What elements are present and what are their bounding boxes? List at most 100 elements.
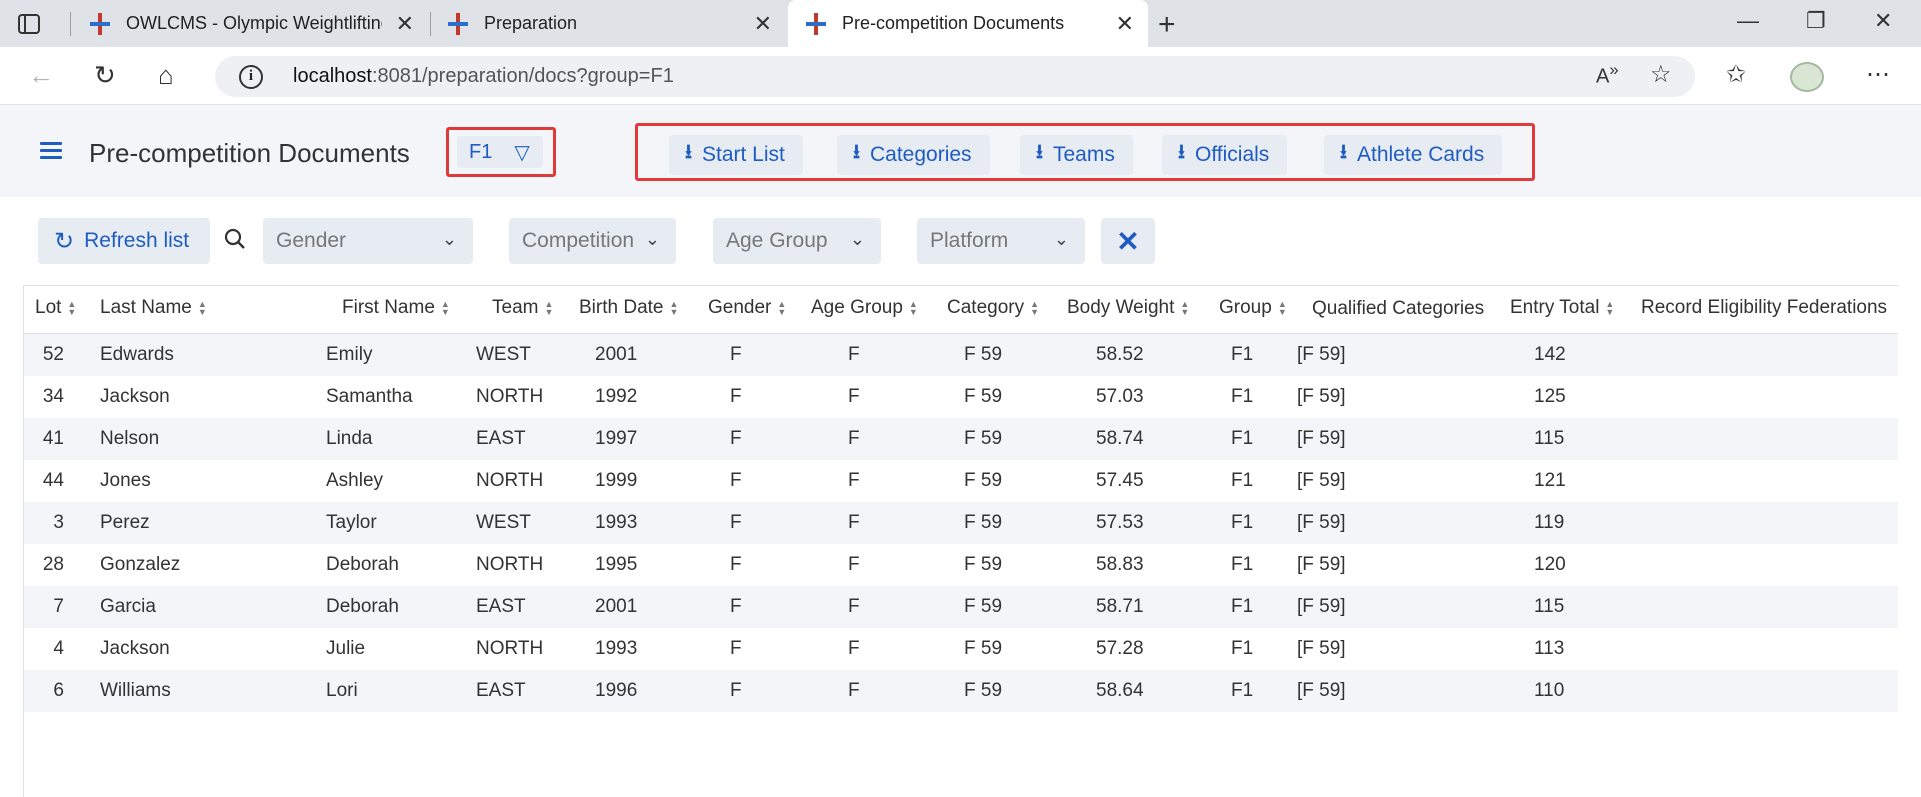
table-cell: 120 [1534,554,1566,575]
sort-icon[interactable]: ▲ ▼ [1278,300,1287,317]
sort-icon[interactable]: ▲ ▼ [441,300,450,317]
restore-icon[interactable]: ❐ [1806,8,1826,34]
tab-actions-icon[interactable] [14,10,44,38]
minimize-icon[interactable]: — [1737,8,1759,34]
table-cell: [F 59] [1297,680,1346,701]
url-host: localhost [293,65,372,87]
sort-icon[interactable]: ▲ ▼ [1605,300,1614,317]
table-cell: F1 [1231,638,1254,659]
table-cell: F1 [1231,344,1254,365]
favorites-icon[interactable]: ✩ [1726,60,1746,89]
table-row[interactable]: 4 Jackson Julie NORTH 1993 F F F 59 57.28 F1 [F 59… [24,628,1898,670]
table-cell: F 59 [964,512,1003,533]
table-row[interactable]: 34 Jackson Samantha NORTH 1992 F F F 59 57.03 F1 [… [24,376,1898,418]
table-row[interactable]: 6 Williams Lori EAST 1996 F F F 59 58.64 F1 [F 59]… [24,670,1898,712]
table-cell: 58.71 [1096,596,1144,617]
clear-filters-button[interactable]: ✕ [1101,218,1155,264]
sort-icon[interactable]: ▲ ▼ [544,300,553,317]
categories-label: Categories [870,143,972,166]
close-tab-icon[interactable]: ✕ [754,11,772,37]
sort-icon[interactable]: ▲ ▼ [1030,300,1039,317]
gender-filter[interactable]: Gender ⌄ [263,218,473,264]
browser-tab-owlcms[interactable]: OWLCMS - Olympic Weightlifting ✕ [88,0,428,47]
table-cell: F 59 [964,554,1003,575]
group-select[interactable]: F1 ▽ [457,136,543,168]
column-header-group[interactable]: Group ▲ ▼ [1219,297,1287,319]
table-row[interactable]: 44 Jones Ashley NORTH 1999 F F F 59 57.45 F1 [F 59… [24,460,1898,502]
sort-icon[interactable]: ▲ ▼ [777,300,786,317]
categories-button[interactable]: ⭳ Categories [837,135,990,175]
platform-filter-placeholder: Platform [930,229,1009,252]
column-header-last-name[interactable]: Last Name ▲ ▼ [100,297,207,319]
read-aloud-icon[interactable]: A» [1596,60,1619,89]
reload-icon[interactable]: ↻ [94,60,116,91]
column-header-record-eligibility[interactable]: Record Eligibility Federations [1641,297,1887,319]
tab-separator [430,12,431,36]
browser-tab-preparation[interactable]: Preparation ✕ [446,0,786,47]
column-header-first-name[interactable]: First Name ▲ ▼ [342,297,450,319]
close-window-icon[interactable]: ✕ [1874,8,1892,34]
sort-icon[interactable]: ▲ ▼ [909,300,918,317]
start-list-button[interactable]: ⭳ Start List [669,135,803,175]
table-cell: WEST [476,512,531,533]
column-header-gender[interactable]: Gender ▲ ▼ [708,297,786,319]
column-header-body-weight[interactable]: Body Weight ▲ ▼ [1067,297,1189,319]
table-cell: Emily [326,344,373,365]
table-cell: F1 [1231,512,1254,533]
competition-filter[interactable]: Competition ⌄ [509,218,676,264]
table-cell: Lori [326,680,358,701]
officials-button[interactable]: ⭳ Officials [1162,135,1288,175]
table-row[interactable]: 28 Gonzalez Deborah NORTH 1995 F F F 59 58.83 F1 [… [24,544,1898,586]
athlete-cards-button[interactable]: ⭳ Athlete Cards [1324,135,1503,175]
table-row[interactable]: 7 Garcia Deborah EAST 2001 F F F 59 58.71 F1 [F 59… [24,586,1898,628]
sort-icon[interactable]: ▲ ▼ [67,300,76,317]
column-header-age-group[interactable]: Age Group ▲ ▼ [811,297,918,319]
table-cell: 57.53 [1096,512,1144,533]
column-header-birth-date[interactable]: Birth Date ▲ ▼ [579,297,678,319]
table-cell: 28 [42,554,64,575]
table-row[interactable]: 41 Nelson Linda EAST 1997 F F F 59 58.74 F1 [F 59]… [24,418,1898,460]
site-info-icon[interactable]: i [239,64,263,89]
sort-icon[interactable]: ▲ ▼ [1180,300,1189,317]
column-header-label: Lot [35,297,62,318]
table-cell: NORTH [476,554,544,575]
url-text: localhost:8081/preparation/docs?group=F1 [293,65,674,88]
new-tab-icon[interactable]: + [1158,8,1176,42]
table-cell: F [730,470,742,491]
sort-icon[interactable]: ▲ ▼ [198,300,207,317]
home-icon[interactable]: ⌂ [158,60,174,91]
column-header-qualified-categories[interactable]: Qualified Categories [1312,298,1484,320]
profile-avatar[interactable] [1790,62,1824,92]
sort-icon[interactable]: ▲ ▼ [669,300,678,317]
table-cell: 58.74 [1096,428,1144,449]
close-tab-icon[interactable]: ✕ [1116,11,1134,37]
column-header-team[interactable]: Team ▲ ▼ [492,297,553,319]
table-cell: EAST [476,428,526,449]
download-icon: ⭳ [853,141,860,163]
column-header-category[interactable]: Category ▲ ▼ [947,297,1039,319]
back-icon[interactable]: ← [28,60,54,91]
url-field[interactable]: i localhost:8081/preparation/docs?group=… [215,56,1695,97]
column-header-lot[interactable]: Lot ▲ ▼ [35,297,76,319]
table-row[interactable]: 52 Edwards Emily WEST 2001 F F F 59 58.52 F1 [F 59… [24,334,1898,376]
close-tab-icon[interactable]: ✕ [396,11,414,37]
platform-filter[interactable]: Platform ⌄ [917,218,1085,264]
gender-filter-placeholder: Gender [276,229,347,252]
table-cell: F [730,512,742,533]
add-favorite-icon[interactable]: ☆ [1650,60,1672,89]
teams-button[interactable]: ⭳ Teams [1020,135,1133,175]
table-cell: 41 [42,428,64,449]
age-group-filter[interactable]: Age Group ⌄ [713,218,881,264]
competition-filter-placeholder: Competition [522,229,635,252]
refresh-list-button[interactable]: ↻ Refresh list [38,218,210,264]
table-cell: 6 [53,680,64,701]
more-menu-icon[interactable]: ⋯ [1866,60,1890,89]
table-row[interactable]: 3 Perez Taylor WEST 1993 F F F 59 57.53 F1 [F 59] 1… [24,502,1898,544]
column-header-entry-total[interactable]: Entry Total ▲ ▼ [1510,297,1614,319]
table-cell: F [848,638,860,659]
chevron-down-icon: ⌄ [849,229,865,249]
table-cell: Williams [100,680,171,701]
download-icon: ⭳ [1340,141,1347,163]
browser-tab-docs[interactable]: Pre-competition Documents ✕ [788,0,1148,47]
menu-icon[interactable] [40,142,62,160]
